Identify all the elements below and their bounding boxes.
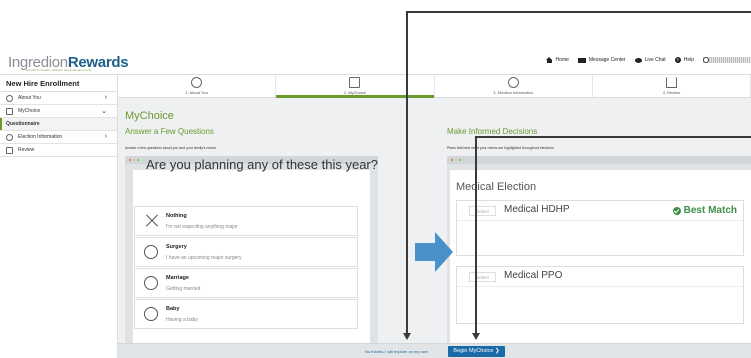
sidebar-item-election-information[interactable]: Election Information › [0, 131, 117, 144]
step-about-you[interactable]: 1. About You [118, 75, 277, 97]
no-thanks-link[interactable]: No thanks, I will explore on my own [365, 349, 428, 354]
plan-card-hdhp: Select Medical HDHP Best Match [456, 200, 744, 256]
step-election-information[interactable]: 3. Election Information [435, 75, 593, 97]
plan-name: Medical HDHP [504, 204, 570, 215]
top-header: IngredionRewards benefits for health, we… [0, 50, 751, 75]
home-icon [545, 57, 553, 63]
window-maximize-dot [459, 159, 461, 161]
chevron-right-icon: › [104, 133, 107, 140]
arrow-head [435, 232, 453, 272]
answer-questions-heading: Answer a Few Questions [125, 127, 214, 136]
nav-home[interactable]: Home [545, 57, 569, 63]
medical-election-title: Medical Election [456, 181, 537, 193]
informed-decisions-heading: Make Informed Decisions [447, 127, 538, 136]
select-plan-button[interactable]: Select [469, 206, 496, 216]
election-panel [450, 170, 751, 358]
check-circle-icon [507, 77, 519, 88]
option-marriage[interactable]: Marriage Getting married [134, 268, 358, 298]
user-menu[interactable] [703, 57, 751, 63]
annotation-line [475, 136, 477, 335]
sidebar: New Hire Enrollment About You › MyChoice… [0, 75, 118, 358]
window-close-dot [129, 159, 131, 161]
option-surgery[interactable]: Surgery I have an upcoming major surgery [134, 237, 358, 267]
chat-bubble-icon [634, 57, 642, 63]
rings-icon [144, 276, 158, 290]
window-maximize-dot [137, 159, 139, 161]
plan-card-ppo: Select Medical PPO [456, 266, 744, 324]
top-nav: Home Message Center Live Chat ? Help [545, 57, 751, 63]
annotation-arrowhead [403, 333, 411, 340]
select-plan-button[interactable]: Select [469, 272, 496, 282]
annotation-line [406, 11, 751, 13]
check-circle-icon [6, 133, 13, 141]
step-review[interactable]: 4. Review [593, 75, 751, 97]
page-title: MyChoice [125, 110, 174, 122]
nav-help[interactable]: ? Help [674, 57, 694, 63]
best-match-badge: Best Match [672, 205, 737, 216]
window-close-dot [451, 159, 453, 161]
window-minimize-dot [455, 159, 457, 161]
sidebar-item-questionnaire[interactable]: Questionnaire [0, 118, 117, 131]
plan-card-header: Select Medical HDHP Best Match [457, 201, 743, 221]
answer-questions-subtext: Answer a few questions about you and you… [125, 146, 216, 150]
begin-mychoice-button[interactable]: Begin MyChoice ❯ [448, 346, 505, 357]
help-icon: ? [674, 57, 681, 63]
logo-tagline: benefits for health, wellness and financ… [26, 68, 92, 72]
sidebar-item-about-you[interactable]: About You › [0, 92, 117, 105]
arrow-shaft [415, 243, 437, 261]
briefcase-icon [6, 107, 13, 115]
sidebar-title: New Hire Enrollment [0, 75, 117, 92]
envelope-icon [577, 57, 586, 63]
surgeon-icon [144, 245, 158, 259]
option-baby[interactable]: Baby Having a baby [134, 299, 358, 329]
chevron-right-icon: › [104, 94, 107, 101]
thumbs-up-icon [665, 77, 677, 88]
chevron-down-icon: ⌄ [101, 108, 107, 115]
x-mark-icon [144, 214, 158, 228]
nav-message-center[interactable]: Message Center [577, 57, 626, 63]
annotation-arrowhead [472, 333, 480, 340]
user-icon [191, 77, 203, 88]
window-titlebar [447, 156, 751, 164]
window-minimize-dot [133, 159, 135, 161]
annotation-line [406, 11, 408, 335]
annotation-line [475, 136, 751, 138]
plan-name: Medical PPO [504, 270, 563, 281]
sidebar-item-review[interactable]: Review [0, 144, 117, 157]
sidebar-item-mychoice[interactable]: MyChoice ⌄ [0, 105, 117, 118]
progress-steps: 1. About You 2. MyChoice 3. Election Inf… [118, 75, 751, 98]
footer-bar: No thanks, I will explore on my own Begi… [118, 343, 751, 358]
nav-live-chat[interactable]: Live Chat [634, 57, 666, 63]
briefcase-icon [349, 77, 361, 88]
user-avatar-icon [703, 57, 709, 63]
plan-card-header: Select Medical PPO [457, 267, 743, 287]
option-nothing[interactable]: Nothing I'm not expecting anything major [134, 206, 358, 236]
arrow-right-icon [415, 232, 453, 272]
check-circle-icon [672, 206, 681, 215]
user-icon [6, 94, 13, 102]
thumbs-up-icon [6, 146, 13, 154]
step-mychoice[interactable]: 2. MyChoice [276, 75, 435, 98]
question-title: Are you planning any of these this year? [146, 157, 378, 172]
baby-icon [144, 307, 158, 321]
informed-decisions-subtext: Plans that best meet your needs are high… [447, 146, 554, 150]
